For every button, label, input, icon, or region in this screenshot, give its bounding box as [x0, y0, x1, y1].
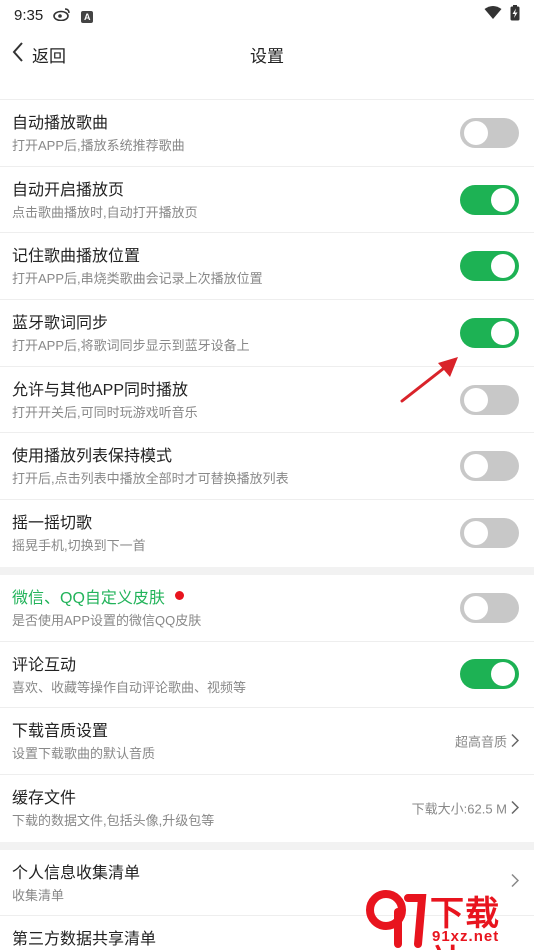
status-time: 9:35 [14, 6, 44, 24]
setting-subtitle: 摇晃手机,切换到下一首 [12, 538, 146, 554]
setting-title: 下载音质设置 [12, 723, 109, 741]
watermark-logo-icon [366, 890, 427, 948]
section-divider [0, 841, 534, 850]
chevron-right-icon [511, 732, 520, 750]
setting-subtitle: 是否使用APP设置的微信QQ皮肤 [12, 612, 202, 628]
setting-row-shake: 摇一摇切歌 摇晃手机,切换到下一首 [0, 500, 534, 567]
setting-row-download-quality[interactable]: 下载音质设置 设置下载歌曲的默认音质 超高音质 [0, 708, 534, 775]
mix-playback-toggle[interactable] [460, 384, 519, 415]
setting-subtitle: 打开APP后,播放系统推荐歌曲 [12, 138, 185, 153]
setting-row-comment-interaction: 评论互动 喜欢、收藏等操作自动评论歌曲、视频等 [0, 642, 534, 709]
setting-row-bluetooth-lyrics: 蓝牙歌词同步 打开APP后,将歌词同步显示到蓝牙设备上 [0, 300, 534, 367]
toggle-knob [464, 120, 488, 145]
setting-row-custom-skin: 微信、QQ自定义皮肤 是否使用APP设置的微信QQ皮肤 [0, 575, 534, 642]
toggle-knob [464, 454, 488, 479]
setting-title: 记住歌曲播放位置 [12, 248, 141, 266]
auto-open-player-toggle[interactable] [460, 184, 519, 215]
page-title: 设置 [250, 46, 284, 66]
watermark: 下载站 91xz.net [362, 884, 534, 950]
a-notification-icon: A [81, 8, 94, 23]
shake-toggle[interactable] [460, 518, 519, 549]
setting-row-auto-play: 自动播放歌曲 打开APP后,播放系统推荐歌曲 [0, 100, 534, 167]
red-dot-badge [174, 590, 184, 600]
nav-bar: 返回 设置 [0, 30, 534, 78]
setting-subtitle: 收集清单 [12, 887, 65, 903]
setting-title: 个人信息收集清单 [12, 864, 141, 882]
setting-title: 评论互动 [12, 656, 77, 674]
remember-position-toggle[interactable] [460, 251, 519, 282]
toggle-knob [464, 387, 488, 412]
scrolled-off-row [0, 78, 534, 100]
playlist-keep-toggle[interactable] [460, 451, 519, 482]
wifi-icon [484, 5, 502, 25]
auto-play-toggle[interactable] [460, 117, 519, 148]
setting-row-playlist-keep: 使用播放列表保持模式 打开后,点击列表中播放全部时才可替换播放列表 [0, 433, 534, 501]
setting-title: 摇一摇切歌 [12, 515, 93, 533]
download-quality-value[interactable]: 超高音质 [454, 732, 520, 751]
skin-title-text: 微信、QQ自定义皮肤 [12, 589, 165, 607]
back-label: 返回 [32, 46, 66, 66]
battery-charging-icon [510, 4, 520, 26]
quality-value-text: 超高音质 [454, 734, 507, 750]
toggle-knob [491, 187, 515, 212]
setting-title: 允许与其他APP同时播放 [12, 381, 189, 399]
setting-subtitle: 点击歌曲播放时,自动打开播放页 [12, 204, 198, 220]
setting-subtitle: 喜欢、收藏等操作自动评论歌曲、视频等 [12, 679, 247, 695]
setting-row-auto-open-player: 自动开启播放页 点击歌曲播放时,自动打开播放页 [0, 167, 534, 234]
chevron-left-icon [12, 41, 24, 68]
toggle-knob [464, 595, 488, 620]
custom-skin-toggle[interactable] [460, 592, 519, 623]
watermark-url: 91xz.net [432, 928, 500, 945]
bluetooth-lyrics-toggle[interactable] [460, 317, 519, 348]
toggle-knob [491, 254, 515, 279]
cache-size-text: 下载大小:62.5 M [411, 801, 507, 817]
setting-row-remember-position: 记住歌曲播放位置 打开APP后,串烧类歌曲会记录上次播放位置 [0, 233, 534, 301]
setting-title: 自动播放歌曲 [12, 115, 109, 132]
weibo-icon [53, 7, 71, 24]
setting-title: 微信、QQ自定义皮肤 [12, 584, 184, 608]
setting-title: 使用播放列表保持模式 [12, 448, 173, 466]
settings-section-playback: 自动播放歌曲 打开APP后,播放系统推荐歌曲 自动开启播放页 点击歌曲播放时,自… [0, 100, 534, 950]
setting-subtitle: 打开后,点击列表中播放全部时才可替换播放列表 [12, 471, 289, 487]
toggle-knob [491, 662, 515, 687]
setting-subtitle: 下载的数据文件,包括头像,升级包等 [12, 812, 215, 828]
setting-title: 第三方数据共享清单 [12, 931, 157, 949]
chevron-right-icon [511, 799, 520, 817]
setting-subtitle: 打开APP后,串烧类歌曲会记录上次播放位置 [12, 271, 263, 287]
setting-title: 自动开启播放页 [12, 181, 125, 199]
setting-subtitle: 打开开关后,可同时玩游戏听音乐 [12, 404, 198, 420]
setting-row-cache-files[interactable]: 缓存文件 下载的数据文件,包括头像,升级包等 下载大小:62.5 M [0, 775, 534, 842]
toggle-knob [491, 320, 515, 345]
setting-title: 缓存文件 [12, 789, 77, 807]
section-divider [0, 566, 534, 575]
back-button[interactable]: 返回 [0, 30, 66, 78]
setting-title: 蓝牙歌词同步 [12, 315, 109, 333]
status-bar: 9:35 A [0, 0, 534, 30]
setting-row-mix-playback: 允许与其他APP同时播放 打开开关后,可同时玩游戏听音乐 [0, 367, 534, 434]
comment-interaction-toggle[interactable] [460, 659, 519, 690]
setting-subtitle: 设置下载歌曲的默认音质 [12, 746, 156, 762]
cache-size-value[interactable]: 下载大小:62.5 M [411, 799, 520, 818]
toggle-knob [464, 521, 488, 546]
setting-subtitle: 打开APP后,将歌词同步显示到蓝牙设备上 [12, 338, 250, 354]
